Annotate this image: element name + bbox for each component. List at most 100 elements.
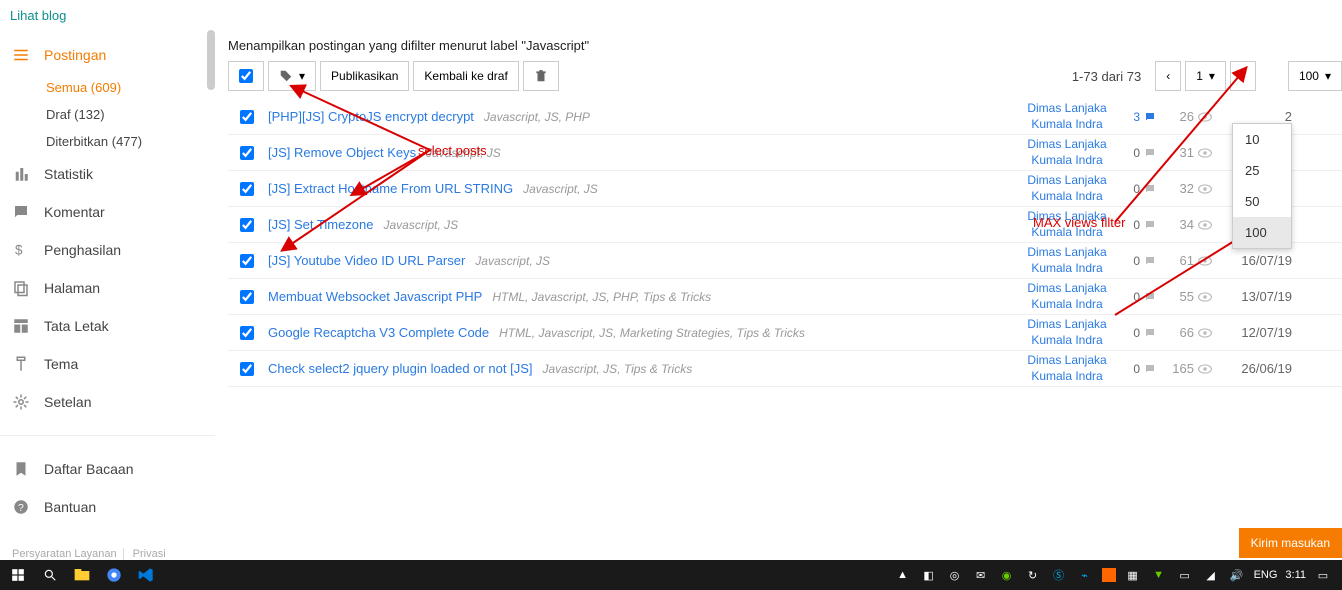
help-icon: ? [12,498,30,516]
post-title-link[interactable]: [JS] Remove Object Keys [268,145,416,160]
delete-button[interactable] [523,61,559,91]
sidebar-item-reading-list[interactable]: Daftar Bacaan [0,450,215,488]
post-comments[interactable]: 0 [1133,146,1156,160]
sidebar-item-stats[interactable]: Statistik [0,155,215,193]
sidebar-sub-draft[interactable]: Draf (132) [46,101,215,128]
post-comments[interactable]: 0 [1133,218,1156,232]
post-date: 16/07/19 [1241,253,1292,268]
post-author-link[interactable]: Dimas Lanjaka Kumala Indra [1012,173,1122,204]
post-comments[interactable]: 0 [1133,182,1156,196]
post-checkbox[interactable] [240,362,254,376]
annotation-select-posts: select posts [418,143,487,158]
post-title-link[interactable]: Check select2 jquery plugin loaded or no… [268,361,533,376]
view-blog-link[interactable]: Lihat blog [10,8,66,23]
post-author-link[interactable]: Dimas Lanjaka Kumala Indra [1012,281,1122,312]
tray-icon[interactable]: ✉ [972,566,990,584]
page-size-option-50[interactable]: 50 [1233,186,1291,217]
footer-links: Persyaratan Layanan Privasi [6,548,172,560]
sidebar-item-comments[interactable]: Komentar [0,193,215,231]
sidebar-item-theme[interactable]: Tema [0,345,215,383]
layout-icon [12,317,30,335]
page-size-option-25[interactable]: 25 [1233,155,1291,186]
battery-icon[interactable]: ▭ [1176,566,1194,584]
sidebar-item-earnings[interactable]: $ Penghasilan [0,231,215,269]
tray-icon[interactable]: ◉ [998,566,1016,584]
sidebar-sub-published[interactable]: Diterbitkan (477) [46,128,215,155]
comment-icon [1144,111,1156,123]
post-author-link[interactable]: Dimas Lanjaka Kumala Indra [1012,353,1122,384]
skype-icon[interactable]: Ⓢ [1050,566,1068,584]
comment-icon [1144,363,1156,375]
security-icon[interactable]: ▼ [1150,566,1168,584]
page-select-button[interactable]: 1 ▾ [1185,61,1226,91]
revert-to-draft-button[interactable]: Kembali ke draf [413,61,518,91]
tos-link[interactable]: Persyaratan Layanan [6,548,124,560]
tray-icon[interactable]: ↻ [1024,566,1042,584]
post-row: [JS] Remove Object Keys Javascript, JS D… [228,135,1342,171]
post-comments[interactable]: 0 [1133,326,1156,340]
sidebar-item-label: Bantuan [44,499,96,515]
comment-icon [1144,255,1156,267]
post-comments[interactable]: 0 [1133,362,1156,376]
post-title-link[interactable]: [JS] Set Timezone [268,217,374,232]
post-checkbox[interactable] [240,182,254,196]
privacy-link[interactable]: Privasi [127,548,172,560]
select-all-checkbox[interactable] [228,61,264,91]
feedback-button[interactable]: Kirim masukan [1239,528,1342,558]
tray-icon[interactable] [1102,568,1116,582]
sidebar-item-posts[interactable]: Postingan [0,36,215,74]
chrome-icon[interactable] [100,561,128,589]
sidebar-item-help[interactable]: ? Bantuan [0,488,215,526]
sidebar-item-layout[interactable]: Tata Letak [0,307,215,345]
scrollbar[interactable] [207,30,215,90]
post-comments[interactable]: 0 [1133,290,1156,304]
post-title-link[interactable]: [JS] Extract Hostname From URL STRING [268,181,513,196]
post-comments[interactable]: 0 [1133,254,1156,268]
post-title-link[interactable]: [JS] Youtube Video ID URL Parser [268,253,465,268]
volume-icon[interactable]: 🔊 [1228,566,1246,584]
page-size-button[interactable]: 100 ▾ [1288,61,1342,91]
tray-icon[interactable]: ◎ [946,566,964,584]
search-button[interactable] [36,561,64,589]
wifi-icon[interactable]: ◢ [1202,566,1220,584]
post-row: Check select2 jquery plugin loaded or no… [228,351,1342,387]
clock[interactable]: 3:11 [1285,569,1306,581]
post-author-link[interactable]: Dimas Lanjaka Kumala Indra [1012,137,1122,168]
post-checkbox[interactable] [240,218,254,232]
post-author-link[interactable]: Dimas Lanjaka Kumala Indra [1012,101,1122,132]
vscode-icon[interactable] [132,561,160,589]
post-title-link[interactable]: Google Recaptcha V3 Complete Code [268,325,489,340]
next-page-button[interactable]: › [1230,61,1256,91]
start-button[interactable] [4,561,32,589]
sidebar-item-pages[interactable]: Halaman [0,269,215,307]
post-checkbox[interactable] [240,110,254,124]
prev-page-button[interactable]: ‹ [1155,61,1181,91]
label-dropdown-button[interactable]: ▾ [268,61,316,91]
language-indicator[interactable]: ENG [1254,569,1278,581]
sidebar-item-settings[interactable]: Setelan [0,383,215,421]
sidebar-item-label: Tata Letak [44,318,109,334]
post-title-link[interactable]: [PHP][JS] CryptoJS encrypt decrypt [268,109,474,124]
page-size-option-100[interactable]: 100 [1233,217,1291,248]
bluetooth-icon[interactable]: ⌁ [1076,566,1094,584]
post-checkbox[interactable] [240,254,254,268]
page-size-option-10[interactable]: 10 [1233,124,1291,155]
post-author-link[interactable]: Dimas Lanjaka Kumala Indra [1012,245,1122,276]
post-checkbox[interactable] [240,326,254,340]
comment-icon [1144,147,1156,159]
explorer-icon[interactable] [68,561,96,589]
tray-icon[interactable]: ▲ [894,566,912,584]
tray-icon[interactable]: ◧ [920,566,938,584]
chevron-right-icon: › [1241,69,1245,83]
post-checkbox[interactable] [240,146,254,160]
post-comments[interactable]: 3 [1133,110,1156,124]
post-author-link[interactable]: Dimas Lanjaka Kumala Indra [1012,317,1122,348]
tag-icon [279,69,293,83]
sidebar-sub-all[interactable]: Semua (609) [46,74,215,101]
post-labels: HTML, Javascript, JS, Marketing Strategi… [499,326,805,340]
post-checkbox[interactable] [240,290,254,304]
tray-icon[interactable]: ▦ [1124,566,1142,584]
post-title-link[interactable]: Membuat Websocket Javascript PHP [268,289,482,304]
publish-button[interactable]: Publikasikan [320,61,409,91]
notifications-icon[interactable]: ▭ [1314,566,1332,584]
